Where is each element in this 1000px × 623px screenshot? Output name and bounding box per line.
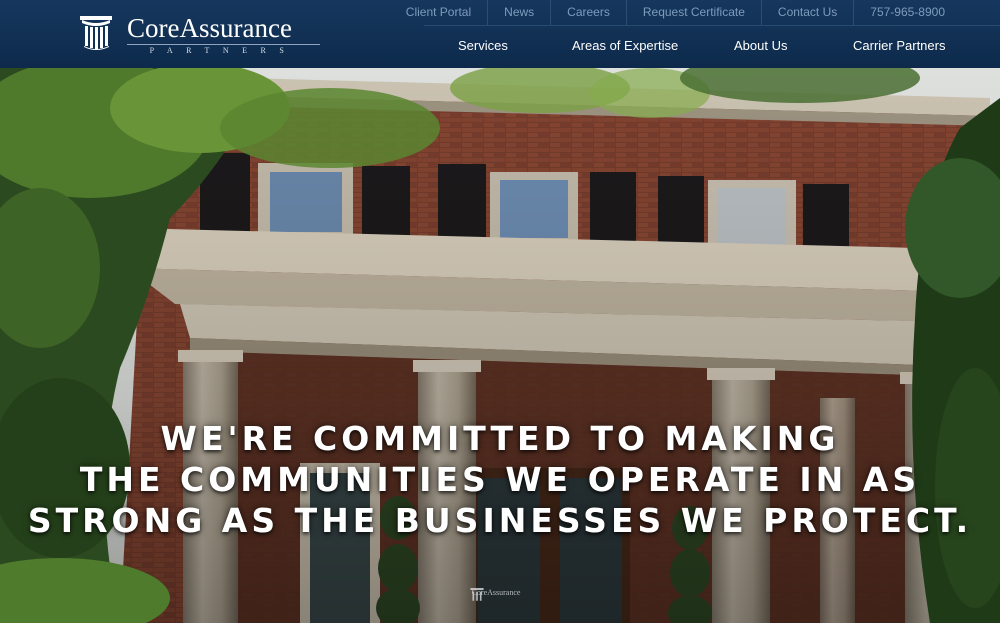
utility-nav: Client Portal News Careers Request Certi… [390,0,945,25]
nav-areas-of-expertise[interactable]: Areas of Expertise [572,38,678,53]
headline-line-3: strong as the businesses we protect. [27,501,973,540]
main-nav: Services Areas of Expertise About Us Car… [0,38,1000,54]
util-link-request-certificate[interactable]: Request Certificate [625,0,761,25]
util-link-contact-us[interactable]: Contact Us [760,0,853,25]
util-link-careers[interactable]: Careers [550,0,626,25]
site-header: CoreAssurance Partners Client Portal New… [0,0,1000,68]
nav-about-us[interactable]: About Us [734,38,787,53]
util-link-phone[interactable]: 757-965-8900 [853,0,945,25]
door-sign: CoreAssurance [470,588,522,601]
headline-line-2: the communities we operate in as [79,460,921,499]
column-pillar-icon [470,588,484,601]
utility-nav-divider [424,25,1000,26]
util-link-client-portal[interactable]: Client Portal [390,0,487,25]
hero-headline: We're committed to making the communitie… [0,418,1000,541]
nav-services[interactable]: Services [458,38,508,53]
nav-carrier-partners[interactable]: Carrier Partners [853,38,945,53]
headline-line-1: We're committed to making [160,419,840,458]
hero-section: CoreAssurance We're committed to making … [0,68,1000,623]
util-link-news[interactable]: News [487,0,550,25]
